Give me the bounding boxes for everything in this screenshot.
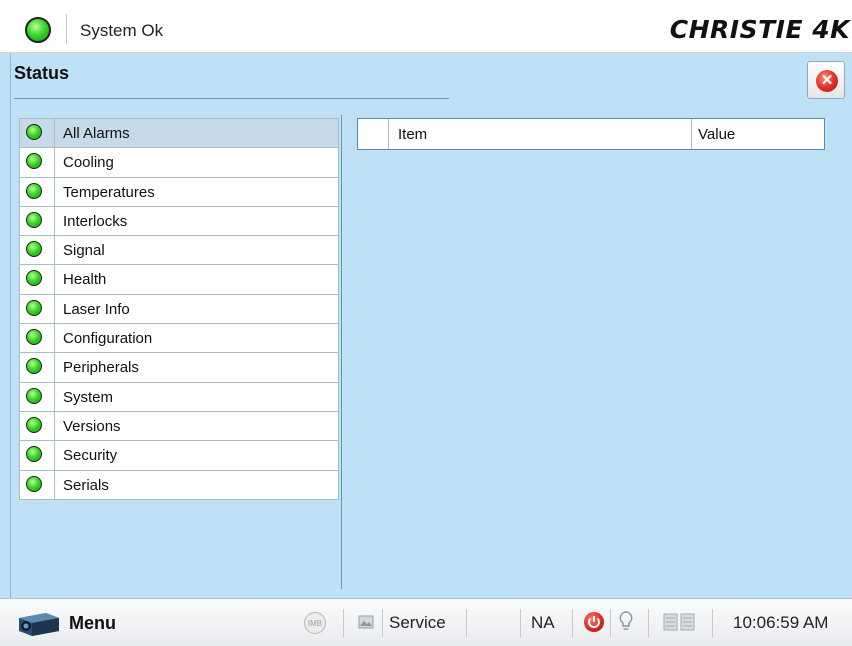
status-ok-icon — [26, 270, 42, 287]
category-label: All Alarms — [63, 125, 130, 142]
column-divider — [54, 324, 55, 353]
statusbar-separator — [466, 609, 467, 637]
clock: 10:06:59 AM — [733, 613, 829, 632]
table-lead-column — [358, 119, 389, 149]
statusbar-separator — [712, 609, 713, 637]
status-ok-icon — [26, 182, 42, 199]
statusbar-separator — [520, 609, 521, 637]
christie-logo: CHRISTIE 4K — [669, 15, 850, 44]
status-ok-icon — [26, 475, 42, 492]
column-divider — [54, 206, 55, 236]
category-label: Laser Info — [63, 300, 130, 318]
category-item-security[interactable]: Security — [20, 441, 338, 471]
column-divider — [54, 236, 55, 265]
status-ok-icon — [26, 387, 42, 404]
category-label: Security — [63, 447, 118, 465]
column-divider — [691, 119, 692, 149]
column-divider — [54, 470, 55, 499]
category-item-signal[interactable]: Signal — [20, 236, 338, 266]
status-bar: Menu IMB Service NA 10:06:59 AM — [0, 598, 852, 646]
category-item-peripherals[interactable]: Peripherals — [20, 353, 338, 383]
shutter-icon[interactable] — [662, 611, 698, 633]
status-category-list: All Alarms Cooling Temperatures Interloc… — [19, 118, 339, 500]
top-bar-separator — [66, 14, 67, 44]
category-item-versions[interactable]: Versions — [20, 411, 338, 442]
media-icon — [358, 615, 374, 629]
close-button[interactable]: ✕ — [807, 61, 845, 99]
category-item-serials[interactable]: Serials — [20, 470, 338, 500]
statusbar-separator — [343, 609, 344, 637]
category-label: Signal — [63, 242, 105, 260]
status-ok-icon — [26, 124, 42, 140]
status-ok-icon — [26, 416, 42, 433]
category-item-system[interactable]: System — [20, 382, 338, 412]
category-label: Temperatures — [63, 183, 155, 201]
column-divider — [54, 177, 55, 206]
title-divider — [14, 98, 449, 99]
category-item-temperatures[interactable]: Temperatures — [20, 177, 338, 207]
status-ok-icon — [26, 358, 42, 375]
category-item-laser-info[interactable]: Laser Info — [20, 294, 338, 325]
panel-splitter[interactable] — [341, 115, 342, 589]
left-edge-line — [10, 53, 11, 598]
category-item-all-alarms[interactable]: All Alarms — [20, 119, 338, 149]
column-divider — [54, 382, 55, 411]
system-status-icon — [25, 17, 51, 43]
column-divider — [54, 441, 55, 470]
status-ok-icon — [26, 241, 42, 258]
projector-icon — [19, 613, 59, 636]
category-label: Interlocks — [63, 212, 128, 230]
category-item-configuration[interactable]: Configuration — [20, 324, 338, 354]
statusbar-separator — [572, 609, 573, 637]
statusbar-separator — [648, 609, 649, 637]
category-label: Cooling — [63, 154, 114, 172]
menu-button[interactable]: Menu — [12, 606, 142, 640]
category-label: Versions — [63, 417, 121, 435]
column-divider — [54, 265, 55, 294]
column-divider — [54, 119, 55, 148]
category-label: Health — [63, 271, 107, 289]
top-bar: System Ok CHRISTIE 4K — [0, 0, 852, 53]
status-ok-icon — [26, 211, 42, 228]
status-ok-icon — [26, 153, 42, 170]
status-ok-icon — [26, 446, 42, 463]
status-page: Status ✕ All Alarms Cooling Temperatures… — [0, 53, 852, 598]
column-divider — [54, 411, 55, 441]
column-divider — [54, 353, 55, 382]
system-status-text: System Ok — [80, 21, 164, 40]
na-indicator: NA — [531, 613, 555, 632]
column-divider — [54, 294, 55, 324]
power-icon[interactable] — [584, 612, 604, 632]
statusbar-separator — [610, 609, 611, 637]
column-divider — [54, 148, 55, 177]
column-header-item[interactable]: Item — [398, 126, 427, 143]
status-ok-icon — [26, 329, 42, 346]
category-item-interlocks[interactable]: Interlocks — [20, 206, 338, 237]
category-label: Peripherals — [63, 359, 139, 377]
imb-icon: IMB — [304, 612, 326, 634]
detail-table-header: Item Value — [357, 118, 825, 150]
category-label: Configuration — [63, 330, 153, 348]
page-title: Status — [14, 63, 70, 83]
column-header-value[interactable]: Value — [698, 126, 735, 143]
category-item-health[interactable]: Health — [20, 265, 338, 295]
service-mode-indicator[interactable]: Service — [389, 613, 446, 633]
category-label: System — [63, 388, 114, 406]
category-item-cooling[interactable]: Cooling — [20, 148, 338, 178]
status-ok-icon — [26, 299, 42, 316]
menu-label: Menu — [69, 613, 116, 633]
statusbar-separator — [382, 609, 383, 637]
close-icon: ✕ — [816, 70, 838, 92]
category-label: Serials — [63, 476, 109, 494]
lamp-icon[interactable] — [619, 611, 633, 633]
